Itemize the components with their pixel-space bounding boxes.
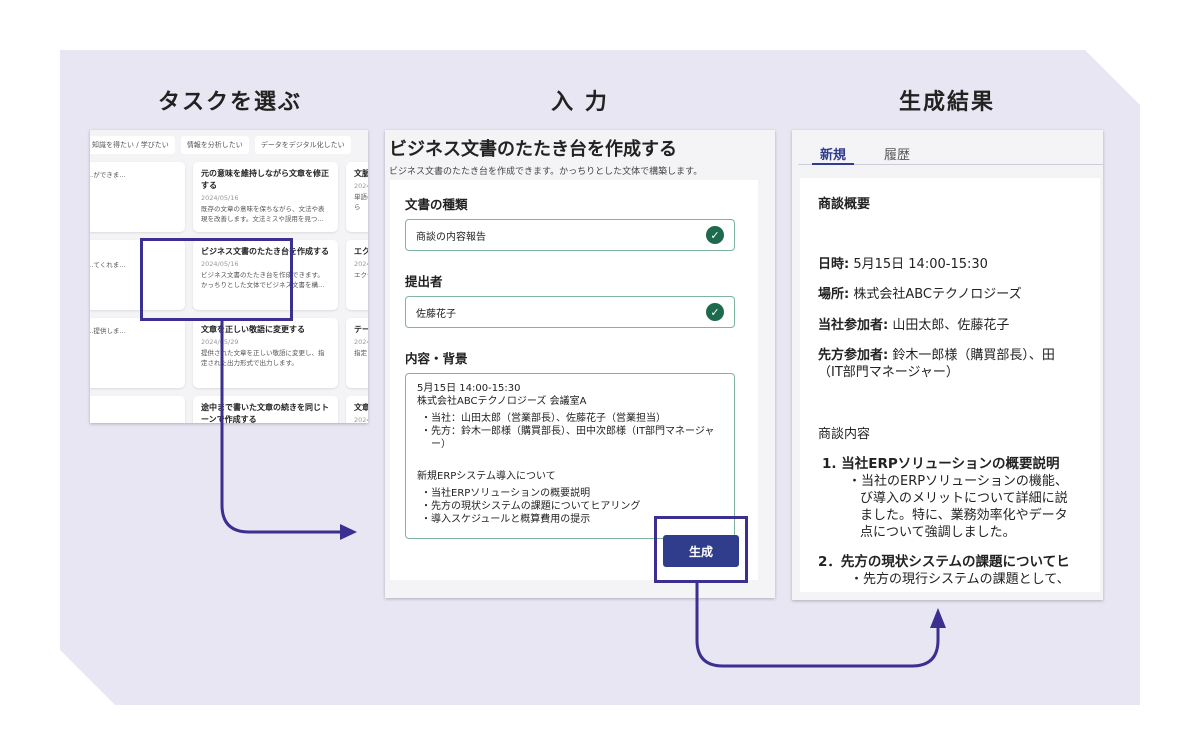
arrow-input-to-result xyxy=(695,583,940,668)
flow-arrows xyxy=(220,321,946,668)
arrowhead xyxy=(930,608,946,628)
arrowhead xyxy=(340,524,357,540)
arrow-select-to-input xyxy=(220,321,340,534)
